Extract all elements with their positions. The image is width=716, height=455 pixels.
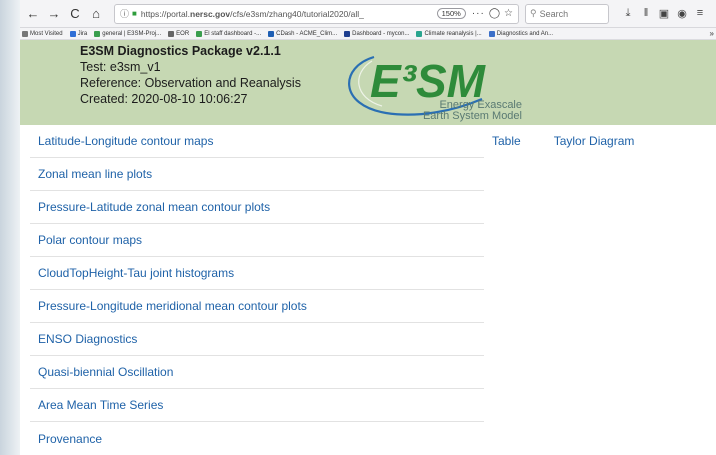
table-link[interactable]: Table bbox=[492, 134, 521, 148]
bookmark-label: Diagnostics and An... bbox=[496, 30, 554, 37]
bookmarks-bar: Most Visited Jira general | E3SM-Proj... EO… bbox=[20, 28, 716, 40]
download-icon[interactable]: ⤓ bbox=[619, 7, 637, 20]
reload-icon[interactable]: C bbox=[66, 4, 84, 24]
back-arrow-icon[interactable]: ← bbox=[24, 4, 42, 24]
side-links: Table Taylor Diagram bbox=[492, 134, 634, 148]
toolbar-icons: ⤓ ‖ ▣ ◉ ≡ bbox=[619, 7, 709, 20]
menu-icon[interactable]: ≡ bbox=[691, 7, 709, 20]
taylor-diagram-link[interactable]: Taylor Diagram bbox=[554, 134, 635, 148]
bookmark-label: CDash - ACME_Clim... bbox=[276, 30, 338, 37]
bookmark-item[interactable]: Most Visited bbox=[22, 30, 63, 37]
bookmark-item[interactable]: El staff dashboard -... bbox=[196, 30, 262, 37]
bookmark-item[interactable]: Diagnostics and An... bbox=[488, 30, 554, 37]
bookmark-label: Dashboard - mycon... bbox=[352, 30, 410, 37]
bookmark-favicon-icon bbox=[268, 30, 275, 37]
test-name: Test: e3sm_v1 bbox=[80, 60, 161, 74]
page-header: E3SM Diagnostics Package v2.1.1 Test: e3… bbox=[20, 40, 716, 125]
menu-link[interactable]: Latitude-Longitude contour maps bbox=[30, 125, 484, 158]
menu-link[interactable]: Pressure-Longitude meridional mean conto… bbox=[30, 290, 484, 323]
page-actions-icon[interactable]: ··· bbox=[472, 8, 485, 19]
bookmark-item[interactable]: Jira bbox=[69, 30, 88, 37]
url-domain: nersc.gov bbox=[190, 8, 231, 19]
url-text[interactable]: https://portal.nersc.gov/cfs/e3sm/zhang4… bbox=[141, 9, 433, 19]
logo-subtitle-line2: Earth System Model bbox=[422, 110, 522, 122]
info-icon[interactable]: ⓘ bbox=[120, 7, 129, 20]
menu-link[interactable]: Pressure-Latitude zonal mean contour plo… bbox=[30, 191, 484, 224]
url-prefix: https://portal. bbox=[140, 8, 190, 19]
menu-link[interactable]: ENSO Diagnostics bbox=[30, 323, 484, 356]
forward-arrow-icon[interactable]: → bbox=[45, 4, 63, 24]
search-icon: ⚲ bbox=[530, 8, 537, 18]
address-bar[interactable]: ⓘ ■ https://portal.nersc.gov/cfs/e3sm/zh… bbox=[114, 3, 519, 24]
search-input[interactable] bbox=[539, 8, 600, 19]
menu-link[interactable]: CloudTopHeight-Tau joint histograms bbox=[30, 257, 484, 290]
bookmark-label: Jira bbox=[77, 30, 88, 37]
diagnostics-menu: Latitude-Longitude contour maps Zonal mea… bbox=[30, 125, 484, 455]
lock-icon: ■ bbox=[132, 9, 137, 18]
home-icon[interactable]: ⌂ bbox=[87, 4, 105, 24]
bookmark-favicon-icon bbox=[488, 30, 495, 37]
bookmark-favicon-icon bbox=[69, 30, 76, 37]
reference-name: Reference: Observation and Reanalysis bbox=[80, 76, 301, 90]
search-box[interactable]: ⚲ bbox=[525, 3, 609, 24]
account-icon[interactable]: ◉ bbox=[673, 7, 691, 20]
zoom-level-badge[interactable]: 150% bbox=[436, 8, 466, 19]
header-info: E3SM Diagnostics Package v2.1.1 Test: e3… bbox=[80, 43, 301, 107]
bookmark-label: Most Visited bbox=[30, 30, 63, 37]
bookmark-favicon-icon bbox=[168, 30, 175, 37]
bookmark-label: El staff dashboard -... bbox=[204, 30, 262, 37]
bookmark-item[interactable]: Climate reanalysis |... bbox=[416, 30, 482, 37]
bookmark-star-icon[interactable]: ☆ bbox=[504, 8, 513, 19]
bookmark-item[interactable]: general | E3SM-Proj... bbox=[94, 30, 162, 37]
menu-link[interactable]: Quasi-biennial Oscillation bbox=[30, 356, 484, 389]
bookmark-favicon-icon bbox=[344, 30, 351, 37]
bookmark-item[interactable]: CDash - ACME_Clim... bbox=[268, 30, 338, 37]
window-edge bbox=[0, 0, 20, 455]
url-path: /cfs/e3sm/zhang40/tutorial2020/all_ bbox=[230, 8, 364, 19]
bookmark-favicon-icon bbox=[22, 30, 28, 37]
sidebar-icon[interactable]: ▣ bbox=[655, 7, 673, 20]
bookmark-label: general | E3SM-Proj... bbox=[102, 30, 162, 37]
browser-window: ← → C ⌂ ⓘ ■ https://portal.nersc.gov/cfs… bbox=[20, 0, 716, 455]
logo-subtitle: Energy Exascale Earth System Model bbox=[372, 100, 522, 122]
main-content: Latitude-Longitude contour maps Zonal mea… bbox=[20, 125, 716, 455]
library-icon[interactable]: ‖ bbox=[637, 7, 655, 20]
pocket-icon[interactable]: ◯ bbox=[489, 8, 500, 19]
bookmark-label: EOR bbox=[176, 30, 190, 37]
menu-link[interactable]: Area Mean Time Series bbox=[30, 389, 484, 422]
bookmark-favicon-icon bbox=[196, 30, 203, 37]
page-title: E3SM Diagnostics Package v2.1.1 bbox=[80, 44, 281, 58]
bookmark-item[interactable]: EOR bbox=[168, 30, 190, 37]
bookmark-label: Climate reanalysis |... bbox=[424, 30, 482, 37]
menu-link[interactable]: Polar contour maps bbox=[30, 224, 484, 257]
menu-link[interactable]: Provenance bbox=[30, 422, 484, 455]
bookmark-favicon-icon bbox=[416, 30, 423, 37]
bookmark-item[interactable]: Dashboard - mycon... bbox=[344, 30, 410, 37]
menu-link[interactable]: Zonal mean line plots bbox=[30, 158, 484, 191]
created-date: Created: 2020-08-10 10:06:27 bbox=[80, 92, 248, 106]
page: ← → C ⌂ ⓘ ■ https://portal.nersc.gov/cfs… bbox=[0, 0, 716, 455]
bookmark-favicon-icon bbox=[94, 30, 101, 37]
browser-toolbar: ← → C ⌂ ⓘ ■ https://portal.nersc.gov/cfs… bbox=[20, 0, 716, 28]
bookmarks-overflow-icon[interactable]: » bbox=[710, 29, 714, 38]
